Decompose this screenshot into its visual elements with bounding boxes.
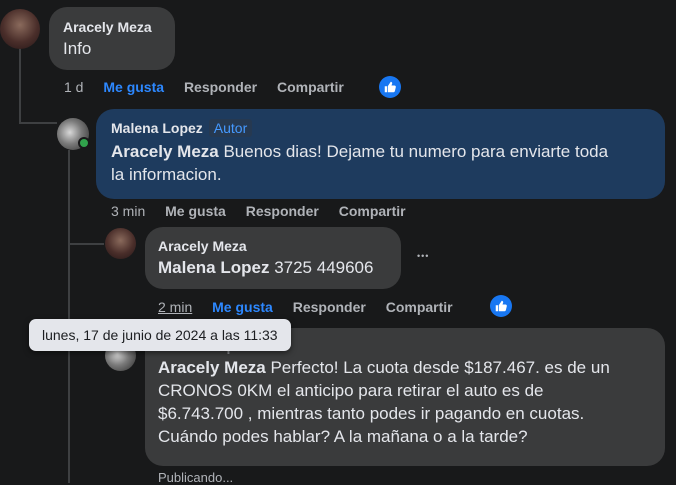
reply-button[interactable]: Responder (246, 203, 319, 219)
comment-actions: 1 d Me gusta Responder Compartir (64, 79, 360, 95)
share-button[interactable]: Compartir (277, 79, 344, 95)
reply-actions: 3 min Me gusta Responder Compartir (111, 203, 422, 219)
mention-link[interactable]: Aracely Meza (158, 358, 266, 377)
like-button[interactable]: Me gusta (165, 203, 226, 219)
timestamp-tooltip: lunes, 17 de junio de 2024 a las 11:33 (29, 319, 291, 351)
comment-text: Info (63, 39, 92, 58)
reply-button[interactable]: Responder (293, 299, 366, 315)
more-options-icon[interactable]: ••• (417, 251, 429, 261)
thread-line-sub-branch (68, 243, 104, 245)
reply-text-line2: CRONOS 0KM el anticipo para retirar el a… (158, 381, 544, 400)
author-badge: Autor (208, 119, 253, 137)
reply-button[interactable]: Responder (184, 79, 257, 95)
mention-link[interactable]: Malena Lopez (158, 258, 269, 277)
thread-line-main (19, 48, 21, 124)
reply-text-line4: Cuándo podes hablar? A la mañana o a la … (158, 427, 528, 446)
thread-line-sub (68, 150, 70, 483)
reply-text-line2: la informacion. (111, 165, 222, 184)
thread-line-curve (19, 122, 57, 124)
reply-actions: 2 min Me gusta Responder Compartir (158, 299, 469, 315)
reply-author-name[interactable]: Malena Lopez (111, 120, 203, 136)
reply-text-line1: Buenos dias! Dejame tu numero para envia… (218, 142, 609, 161)
comment-bubble: Aracely Meza Info (49, 7, 175, 70)
comment-author[interactable]: Aracely Meza (63, 19, 161, 35)
comment-time[interactable]: 1 d (64, 79, 83, 95)
avatar-aracely-small[interactable] (105, 228, 136, 259)
like-button[interactable]: Me gusta (103, 79, 164, 95)
like-reaction-icon[interactable] (379, 76, 401, 98)
reply-bubble: Aracely Meza Malena Lopez 3725 449606 (145, 227, 401, 289)
online-status-icon (78, 137, 90, 149)
reply-text: Malena Lopez 3725 449606 (158, 256, 388, 279)
reply-time[interactable]: 2 min (158, 299, 192, 315)
share-button[interactable]: Compartir (386, 299, 453, 315)
like-button[interactable]: Me gusta (212, 299, 273, 315)
reply-text-content: 3725 449606 (269, 258, 374, 277)
reply-author[interactable]: Aracely Meza (158, 238, 388, 254)
mention-link[interactable]: Aracely Meza (111, 142, 219, 161)
avatar-aracely[interactable] (0, 9, 40, 49)
reply-text-line3: $6.743.700 , mientras tanto podes ir pag… (158, 404, 585, 423)
reply-author[interactable]: Malena Lopez Autor (111, 119, 650, 137)
reply-bubble-author: Malena Lopez Autor Aracely Meza Buenos di… (96, 109, 665, 199)
reply-time[interactable]: 3 min (111, 203, 145, 219)
reply-text: Aracely Meza Perfecto! La cuota desde $1… (158, 356, 652, 448)
like-reaction-icon[interactable] (490, 295, 512, 317)
share-button[interactable]: Compartir (339, 203, 406, 219)
reply-text: Aracely Meza Buenos dias! Dejame tu nume… (111, 140, 650, 186)
reply-text-line1: Perfecto! La cuota desde $187.467. es de… (265, 358, 610, 377)
